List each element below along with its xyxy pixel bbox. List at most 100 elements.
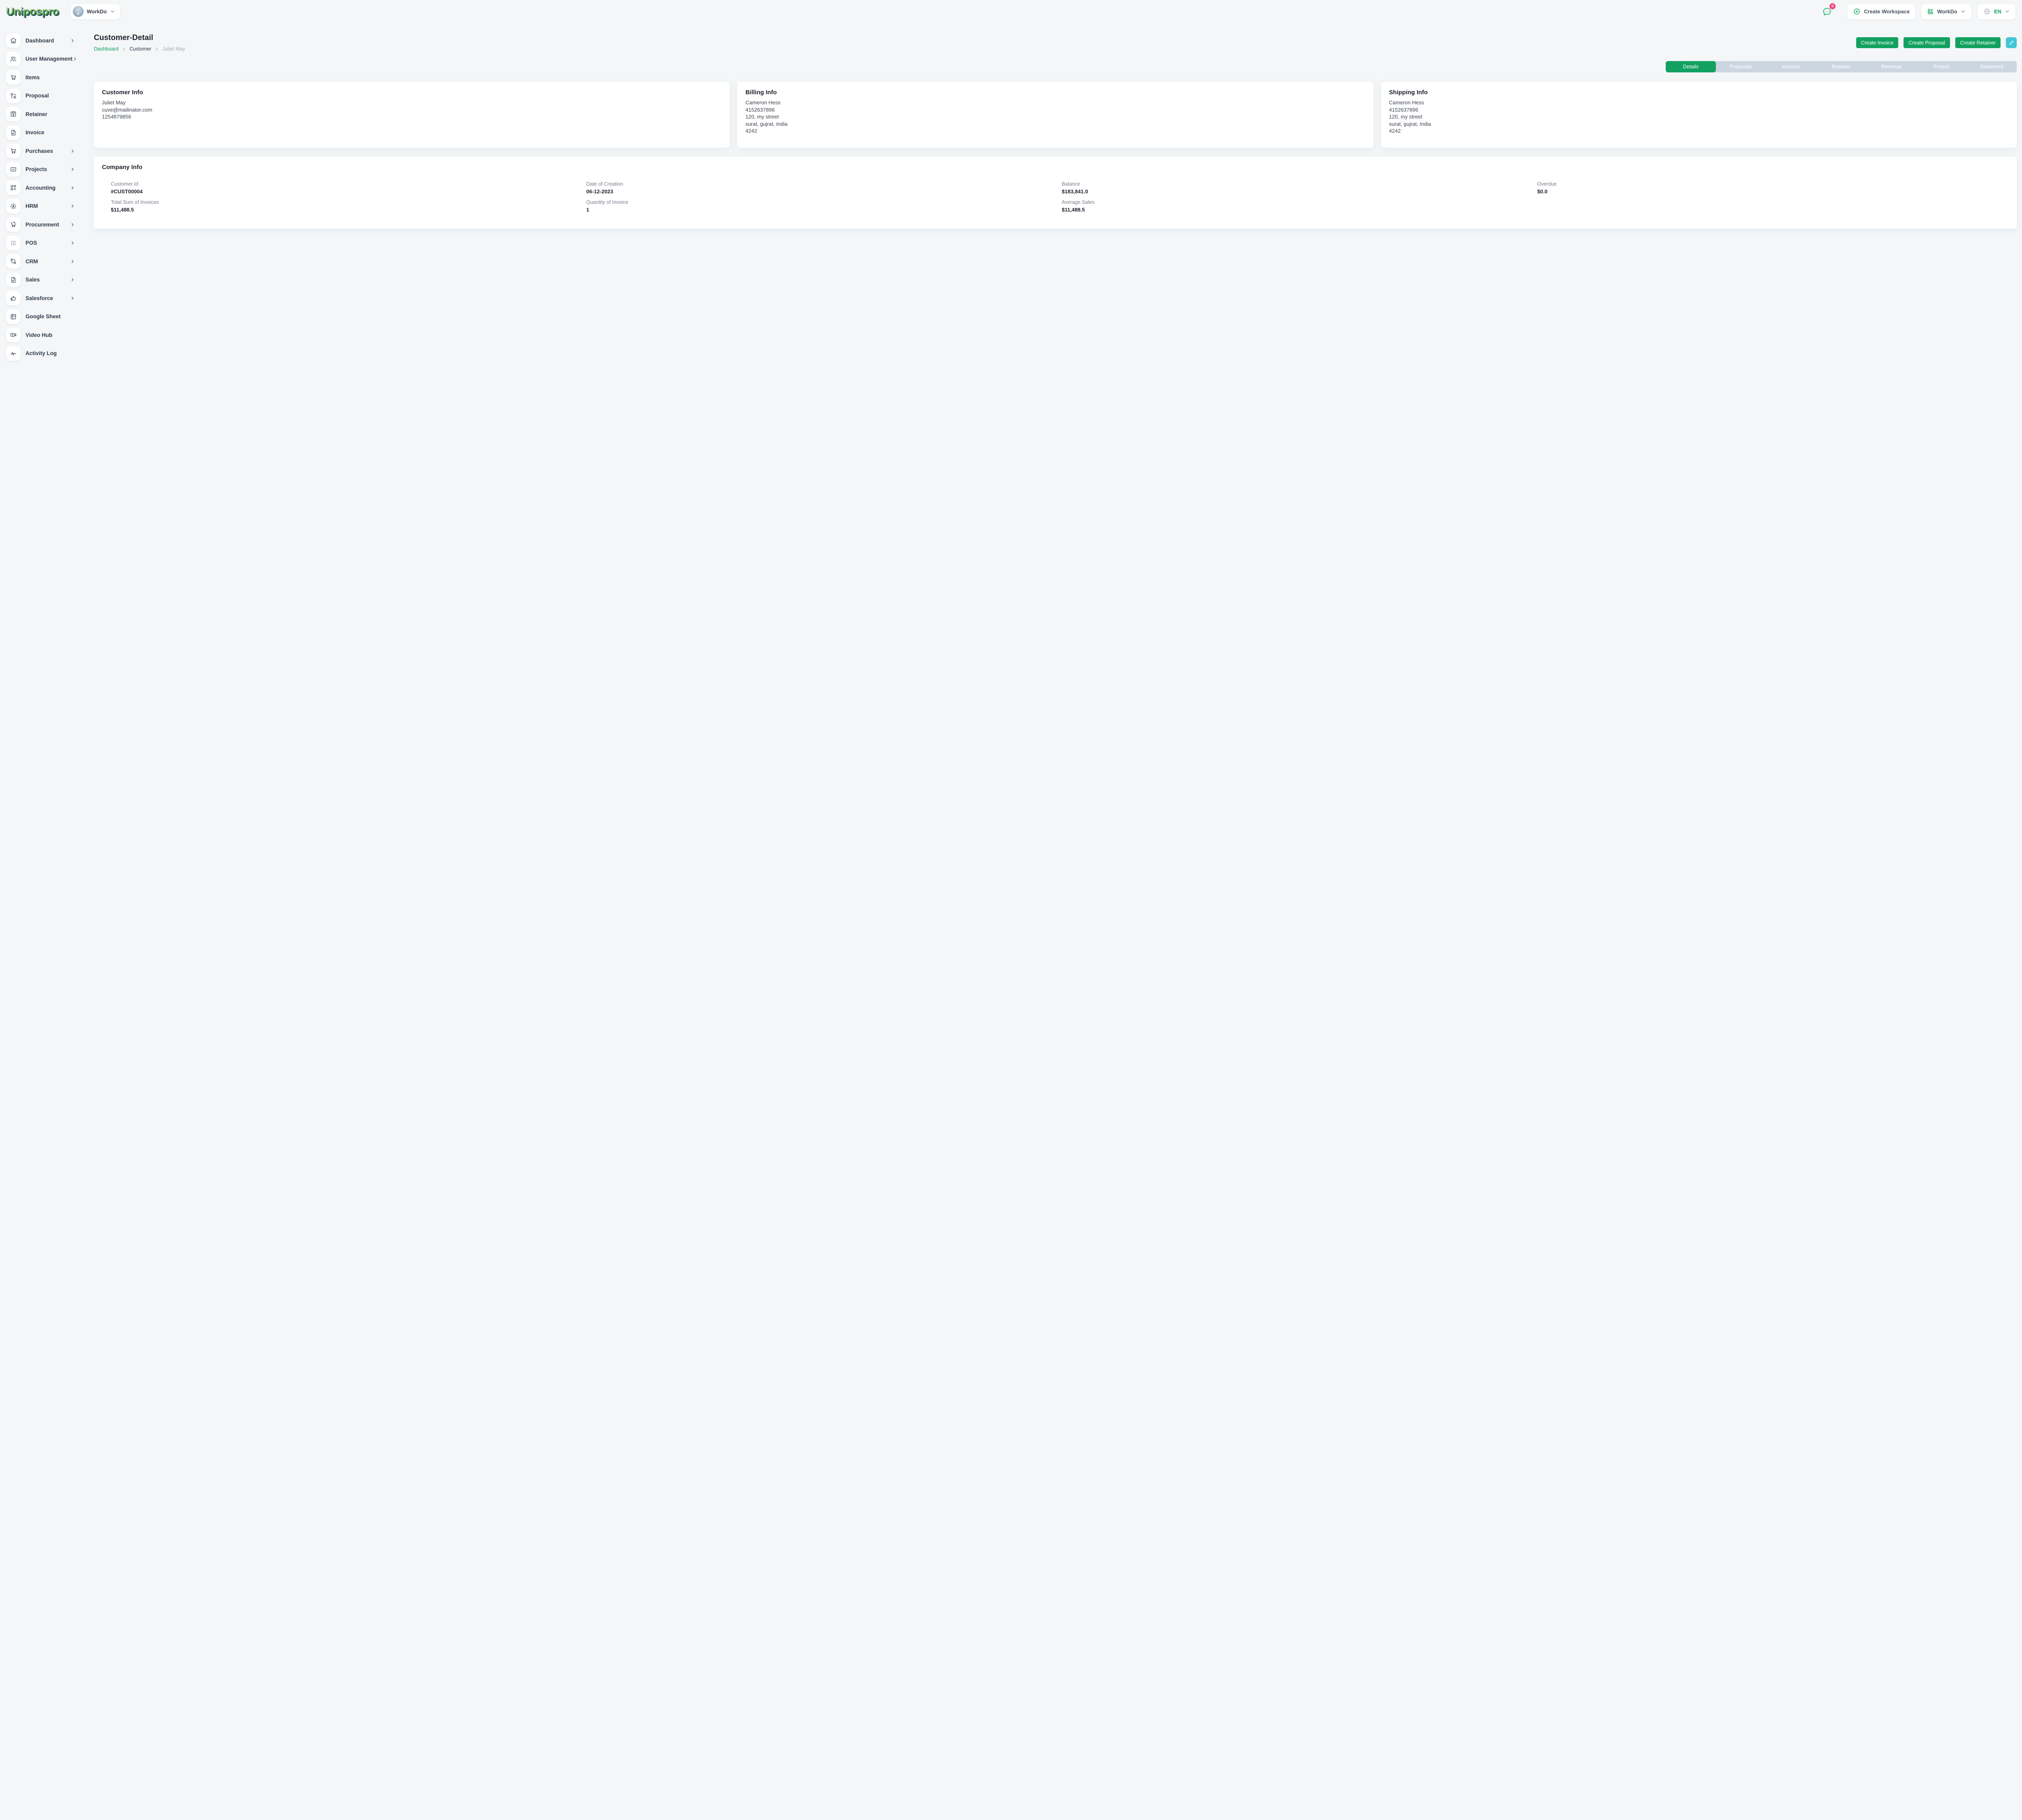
sidebar-item-label: Dashboard [25,38,54,44]
grid-plus-icon [6,180,21,195]
customer-name: Juliet May [102,99,721,106]
sidebar-item-label: CRM [25,258,38,265]
page-actions: Create Invoice Create Proposal Create Re… [1856,37,2017,48]
sidebar-item-user-management[interactable]: User Management [6,52,86,66]
chevron-right-icon [70,259,75,264]
chevron-down-icon [1961,9,1966,14]
dots-grid-icon [6,236,21,250]
chevron-right-icon [72,56,78,61]
sidebar-item-label: Video Hub [25,332,53,338]
field-label: Overdue [1537,181,2009,187]
sidebar-item-label: Sales [25,277,40,283]
field-date-of-creation: Date of Creation 06-12-2023 [586,181,1058,195]
chevron-right-icon [70,203,75,209]
sidebar-item-purchases[interactable]: Purchases [6,144,86,158]
sidebar-item-accounting[interactable]: Accounting [6,180,86,195]
sidebar-item-invoice[interactable]: Invoice [6,125,86,140]
sidebar-item-retainer[interactable]: Retainer [6,107,86,121]
create-retainer-button[interactable]: Create Retainer [1955,37,2001,48]
tab-retainer[interactable]: Retainer [1816,61,1866,72]
tab-revenue[interactable]: Revenue [1866,61,1916,72]
cart-return-icon [6,217,21,232]
circle-plus-icon [1853,8,1861,15]
top-bar: Unipospro WorkDo 0 [0,0,2022,23]
company-info-card: Company Info Customer Id #CUST00004 Date… [94,157,2017,229]
sidebar-item-label: Projects [25,166,47,172]
field-customer-id: Customer Id #CUST00004 [111,181,582,195]
document-icon [6,125,21,140]
sidebar-item-salesforce[interactable]: Salesforce [6,291,86,305]
field-value: 06-12-2023 [586,188,1058,195]
thumbs-up-icon [6,291,21,305]
tab-invoices[interactable]: Invoices [1766,61,1816,72]
create-invoice-button[interactable]: Create Invoice [1856,37,1899,48]
billing-street: 120, my street [745,113,1365,121]
field-label: Balance [1062,181,1533,187]
billing-zip: 4242 [745,127,1365,135]
create-workspace-label: Create Workspace [1864,8,1910,15]
main-content: Customer-Detail Dashboard Customer Julie… [86,23,2022,1820]
field-quantity-of-invoice: Quantity of Invoice 1 [586,199,1058,213]
sidebar-item-label: Retainer [25,111,47,117]
chevron-right-icon [70,277,75,282]
shipping-street: 120, my street [1389,113,2009,121]
sidebar-item-hrm[interactable]: HRM [6,199,86,214]
tab-statement[interactable]: Statement [1967,61,2017,72]
messages-button[interactable]: 0 [1822,6,1834,18]
sidebar-item-sales[interactable]: Sales [6,273,86,287]
page-header: Customer-Detail Dashboard Customer Julie… [94,34,2017,52]
sidebar-item-items[interactable]: Items [6,70,86,85]
sidebar-item-dashboard[interactable]: Dashboard [6,33,86,48]
sidebar-item-activity-log[interactable]: Activity Log [6,346,86,361]
cart-icon [6,144,21,158]
shipping-city: surat, gujrat, India [1389,121,2009,128]
chevron-right-icon [70,240,75,245]
field-label: Average Sales [1062,199,1533,205]
sidebar-item-proposal[interactable]: Proposal [6,89,86,103]
sidebar-item-google-sheet[interactable]: Google Sheet [6,309,86,324]
sidebar-item-pos[interactable]: POS [6,236,86,250]
home-icon [6,33,21,48]
sidebar-item-label: Proposal [25,93,49,99]
chevron-right-icon [70,38,75,43]
sidebar-item-video-hub[interactable]: Video Hub [6,328,86,342]
workspace-switcher-label: WorkDo [87,8,107,15]
sidebar-item-label: HRM [25,203,38,209]
field-label: Date of Creation [586,181,1058,187]
lighthouse-icon [73,6,84,17]
chevron-right-icon [122,47,126,51]
create-workspace-button[interactable]: Create Workspace [1847,4,1915,19]
sidebar-item-procurement[interactable]: Procurement [6,217,86,232]
billing-name: Cameron Hess [745,99,1365,106]
info-cards-row: Customer Info Juliet May cuve@mailinator… [94,82,2017,148]
breadcrumb-customer-link[interactable]: Customer [129,46,151,52]
shipping-name: Cameron Hess [1389,99,2009,106]
tab-details[interactable]: Details [1666,61,1716,72]
chevron-right-icon [70,222,75,227]
field-value: $11,488.5 [111,207,582,213]
field-label: Total Sum of Invoices [111,199,582,205]
tab-proposals[interactable]: Proposals [1716,61,1766,72]
sidebar: Dashboard User Management Items [0,23,86,1820]
workspace-menu-button[interactable]: WorkDo [1921,4,1971,19]
breadcrumb: Dashboard Customer Juliet May [94,46,185,52]
billing-phone: 4152637896 [745,106,1365,114]
language-menu-button[interactable]: EN [1978,4,2016,19]
field-value: #CUST00004 [111,188,582,195]
chevron-right-icon [70,167,75,172]
sidebar-item-projects[interactable]: Projects [6,162,86,177]
language-label: EN [1994,8,2001,15]
company-info-fields: Customer Id #CUST00004 Date of Creation … [102,181,2009,213]
breadcrumb-dashboard-link[interactable]: Dashboard [94,46,118,52]
billing-city: surat, gujrat, India [745,121,1365,128]
sidebar-item-crm[interactable]: CRM [6,254,86,269]
tab-project[interactable]: Project [1916,61,1967,72]
workspace-switcher[interactable]: WorkDo [70,4,121,19]
edit-customer-button[interactable] [2006,37,2017,48]
create-proposal-button[interactable]: Create Proposal [1904,37,1950,48]
customer-email: cuve@mailinator.com [102,106,721,114]
shipping-zip: 4242 [1389,127,2009,135]
field-label: Customer Id [111,181,582,187]
sidebar-item-label: Invoice [25,129,44,135]
card-title: Customer Info [102,89,721,96]
